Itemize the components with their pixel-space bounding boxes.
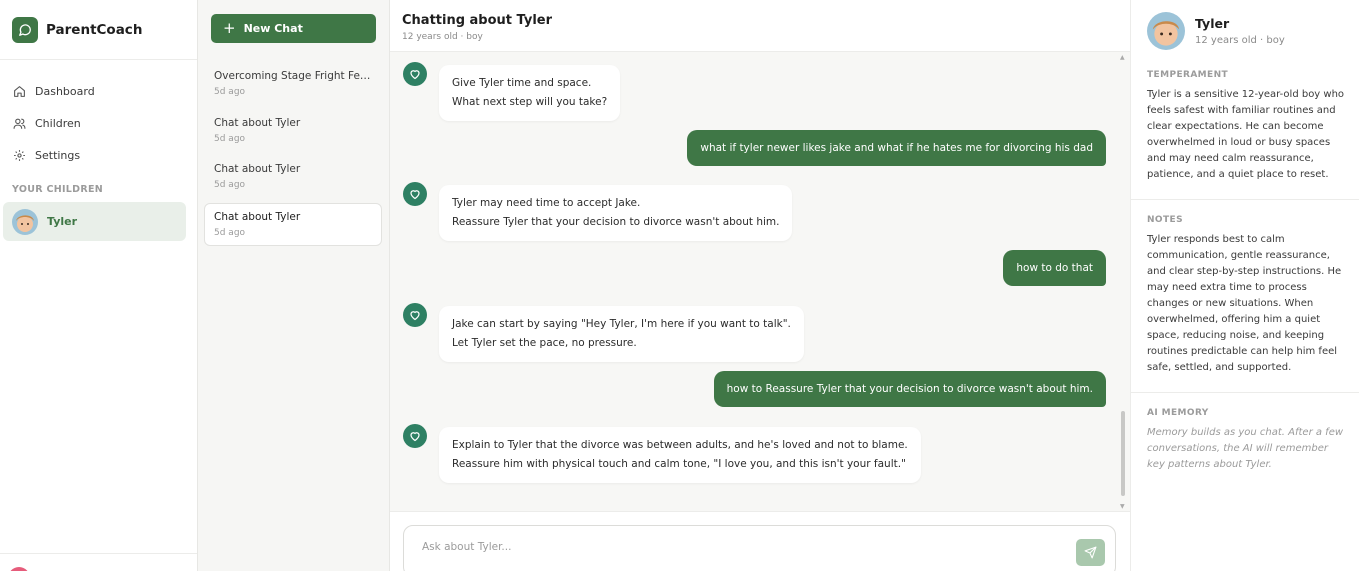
- gear-icon: [12, 148, 26, 162]
- conversation-title: Chat about Tyler: [214, 163, 301, 175]
- chat-subtitle: 12 years old · boy: [402, 32, 483, 42]
- brand-name: ParentCoach: [46, 21, 143, 38]
- temperament-text: Tyler is a sensitive 12-year-old boy who…: [1147, 89, 1345, 180]
- children-section-label: YOUR CHILDREN: [12, 184, 104, 195]
- conversation-title: Overcoming Stage Fright Fea...: [214, 70, 374, 82]
- message-line: Reassure Tyler that your decision to div…: [452, 216, 780, 228]
- notes-section: NOTES Tyler responds best to calm commun…: [1131, 200, 1359, 376]
- bot-bubble: Jake can start by saying "Hey Tyler, I'm…: [439, 306, 804, 362]
- plus-icon: +: [223, 19, 236, 37]
- app-root: ParentCoach Dashboard Children Settings: [0, 0, 1359, 571]
- scroll-up-icon[interactable]: ▲: [1120, 54, 1125, 61]
- main-nav: Dashboard Children Settings: [0, 60, 197, 171]
- nav-item-children[interactable]: Children: [0, 107, 197, 139]
- send-button[interactable]: [1076, 539, 1105, 566]
- conversation-list: + New Chat Overcoming Stage Fright Fea..…: [198, 0, 390, 571]
- message-line: What next step will you take?: [452, 96, 608, 108]
- nav-item-dashboard[interactable]: Dashboard: [0, 75, 197, 107]
- bot-message: Tyler may need time to accept Jake. Reas…: [403, 182, 793, 241]
- conversation-title: Chat about Tyler: [214, 211, 301, 223]
- section-title: NOTES: [1147, 215, 1183, 225]
- conversation-time: 5d ago: [214, 228, 246, 238]
- chat-title: Chatting about Tyler: [402, 13, 553, 28]
- bot-bubble: Tyler may need time to accept Jake. Reas…: [439, 185, 793, 241]
- child-name: Tyler: [47, 215, 78, 228]
- conversation-time: 5d ago: [214, 134, 246, 144]
- user-footer[interactable]: [0, 553, 197, 571]
- nav-label: Children: [35, 116, 81, 130]
- nav-item-settings[interactable]: Settings: [0, 139, 197, 171]
- ai-memory-section: AI MEMORY Memory builds as you chat. Aft…: [1131, 393, 1359, 473]
- bot-message: Explain to Tyler that the divorce was be…: [403, 424, 921, 483]
- profile-name: Tyler: [1195, 16, 1230, 31]
- section-title: AI MEMORY: [1147, 408, 1209, 418]
- heart-icon: [403, 62, 427, 86]
- child-profile-panel: Tyler 12 years old · boy TEMPERAMENT Tyl…: [1130, 0, 1359, 571]
- chat-header: Chatting about Tyler 12 years old · boy: [390, 0, 1130, 52]
- message-scrollbar[interactable]: ▲ ▼: [1118, 53, 1128, 511]
- conversation-time: 5d ago: [214, 180, 246, 190]
- child-item-tyler[interactable]: Tyler: [3, 202, 186, 241]
- temperament-section: TEMPERAMENT Tyler is a sensitive 12-year…: [1131, 62, 1359, 183]
- bot-message: Jake can start by saying "Hey Tyler, I'm…: [403, 303, 804, 362]
- users-icon: [12, 116, 26, 130]
- message-line: Give Tyler time and space.: [452, 77, 592, 89]
- conversation-item-active[interactable]: Chat about Tyler 5d ago: [204, 203, 382, 246]
- section-title: TEMPERAMENT: [1147, 70, 1229, 80]
- message-input[interactable]: [422, 541, 1042, 553]
- user-avatar[interactable]: [8, 567, 30, 571]
- conversation-item[interactable]: Overcoming Stage Fright Fea... 5d ago: [204, 62, 382, 105]
- sidebar: ParentCoach Dashboard Children Settings: [0, 0, 198, 571]
- message-line: Reassure him with physical touch and cal…: [452, 458, 906, 470]
- nav-label: Dashboard: [35, 84, 95, 98]
- conversation-item[interactable]: Chat about Tyler 5d ago: [204, 155, 382, 198]
- conversation-item[interactable]: Chat about Tyler 5d ago: [204, 109, 382, 152]
- user-message: what if tyler newer likes jake and what …: [687, 130, 1106, 166]
- message-line: Explain to Tyler that the divorce was be…: [452, 439, 908, 451]
- bot-bubble: Give Tyler time and space. What next ste…: [439, 65, 621, 121]
- avatar: [12, 208, 38, 235]
- new-chat-button[interactable]: + New Chat: [211, 14, 376, 43]
- notes-text: Tyler responds best to calm communicatio…: [1147, 234, 1342, 373]
- message-line: Let Tyler set the pace, no pressure.: [452, 337, 637, 349]
- nav-label: Settings: [35, 148, 81, 162]
- scroll-down-icon[interactable]: ▼: [1120, 503, 1125, 510]
- chat-bubble-icon: [12, 16, 38, 43]
- avatar: [1147, 12, 1185, 50]
- profile-subtitle: 12 years old · boy: [1195, 35, 1285, 46]
- user-message: how to do that: [1003, 250, 1106, 286]
- scroll-thumb[interactable]: [1121, 411, 1125, 496]
- message-line: Jake can start by saying "Hey Tyler, I'm…: [452, 318, 791, 330]
- heart-icon: [403, 182, 427, 206]
- user-message: how to Reassure Tyler that your decision…: [713, 371, 1106, 407]
- home-icon: [12, 84, 26, 98]
- profile-header: Tyler 12 years old · boy: [1131, 0, 1359, 62]
- chat-panel: Chatting about Tyler 12 years old · boy …: [390, 0, 1130, 571]
- composer-area: [390, 511, 1130, 571]
- conversation-time: 5d ago: [214, 87, 246, 97]
- send-icon: [1084, 546, 1097, 559]
- bot-bubble: Explain to Tyler that the divorce was be…: [439, 427, 921, 483]
- ai-memory-text: Memory builds as you chat. After a few c…: [1147, 427, 1344, 470]
- conversation-title: Chat about Tyler: [214, 117, 301, 129]
- heart-icon: [403, 303, 427, 327]
- new-chat-label: New Chat: [243, 22, 303, 35]
- heart-icon: [403, 424, 427, 448]
- bot-message: Give Tyler time and space. What next ste…: [403, 62, 621, 121]
- composer: [403, 525, 1116, 571]
- brand[interactable]: ParentCoach: [0, 0, 197, 60]
- message-line: Tyler may need time to accept Jake.: [452, 197, 641, 209]
- message-list: Give Tyler time and space. What next ste…: [390, 53, 1130, 511]
